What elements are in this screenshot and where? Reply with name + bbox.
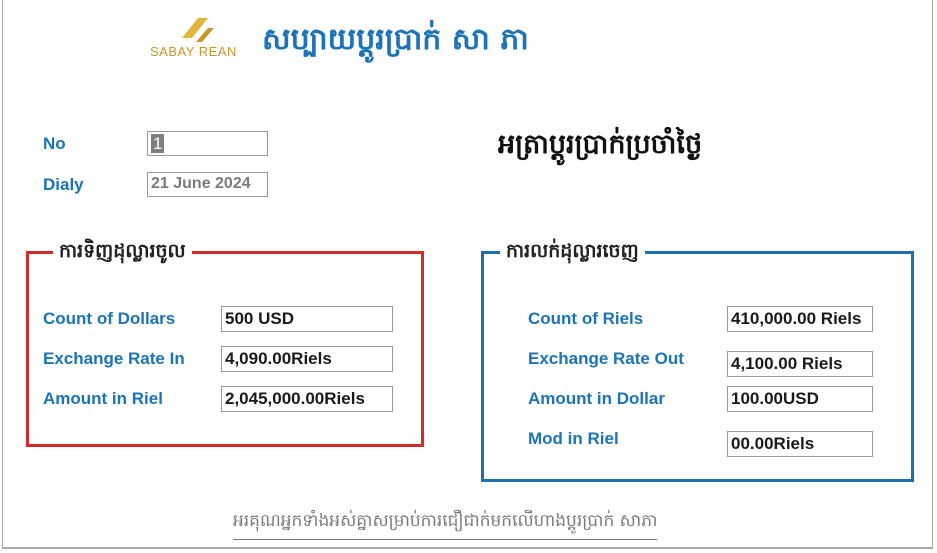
- thank-you-footer: អរគុណអ្នកទាំងអស់គ្នាសម្រាប់ការជឿជាក់មកលើ…: [233, 510, 658, 540]
- logo-mark-icon: [182, 18, 214, 42]
- amount-in-dollar-field[interactable]: 100.00USD: [727, 386, 873, 412]
- count-of-riels-field[interactable]: 410,000.00 Riels: [727, 306, 873, 332]
- exchange-rate-in-field[interactable]: 4,090.00Riels: [221, 346, 393, 372]
- sell-group-title: ការលក់ដុល្លារចេញ: [500, 238, 645, 264]
- count-of-dollars-label: Count of Dollars: [43, 309, 176, 328]
- no-value: 1: [151, 134, 165, 153]
- amount-in-riel-label: Amount in Riel: [43, 389, 163, 408]
- count-of-riels-label: Count of Riels: [528, 309, 644, 328]
- amount-in-dollar-label: Amount in Dollar: [528, 389, 665, 408]
- exchange-rate-out-label: Exchange Rate Out: [528, 349, 684, 368]
- mod-in-riel-label: Mod in Riel: [528, 429, 619, 448]
- date-label: Dialy: [43, 175, 84, 194]
- sabay-rean-logo: SABAY REAN: [150, 16, 245, 62]
- count-of-dollars-field[interactable]: 500 USD: [221, 306, 393, 332]
- no-field[interactable]: 1: [147, 131, 268, 156]
- exchange-rate-out-field[interactable]: 4,100.00 Riels: [727, 351, 873, 377]
- exchange-rate-in-label: Exchange Rate In: [43, 349, 185, 368]
- app-title: សប្បាយប្តូរប្រាក់ សា ភា: [262, 22, 529, 57]
- daily-rate-title: អត្រាប្តូរប្រាក់ប្រចាំថ្ងៃ: [498, 129, 703, 160]
- mod-in-riel-field[interactable]: 00.00Riels: [727, 431, 873, 457]
- date-field[interactable]: 21 June 2024: [147, 172, 268, 197]
- logo-text: SABAY REAN: [150, 44, 237, 59]
- no-label: No: [43, 134, 66, 153]
- amount-in-riel-field[interactable]: 2,045,000.00Riels: [221, 386, 393, 412]
- buy-group-title: ការទិញដុល្លារចូល: [53, 238, 192, 264]
